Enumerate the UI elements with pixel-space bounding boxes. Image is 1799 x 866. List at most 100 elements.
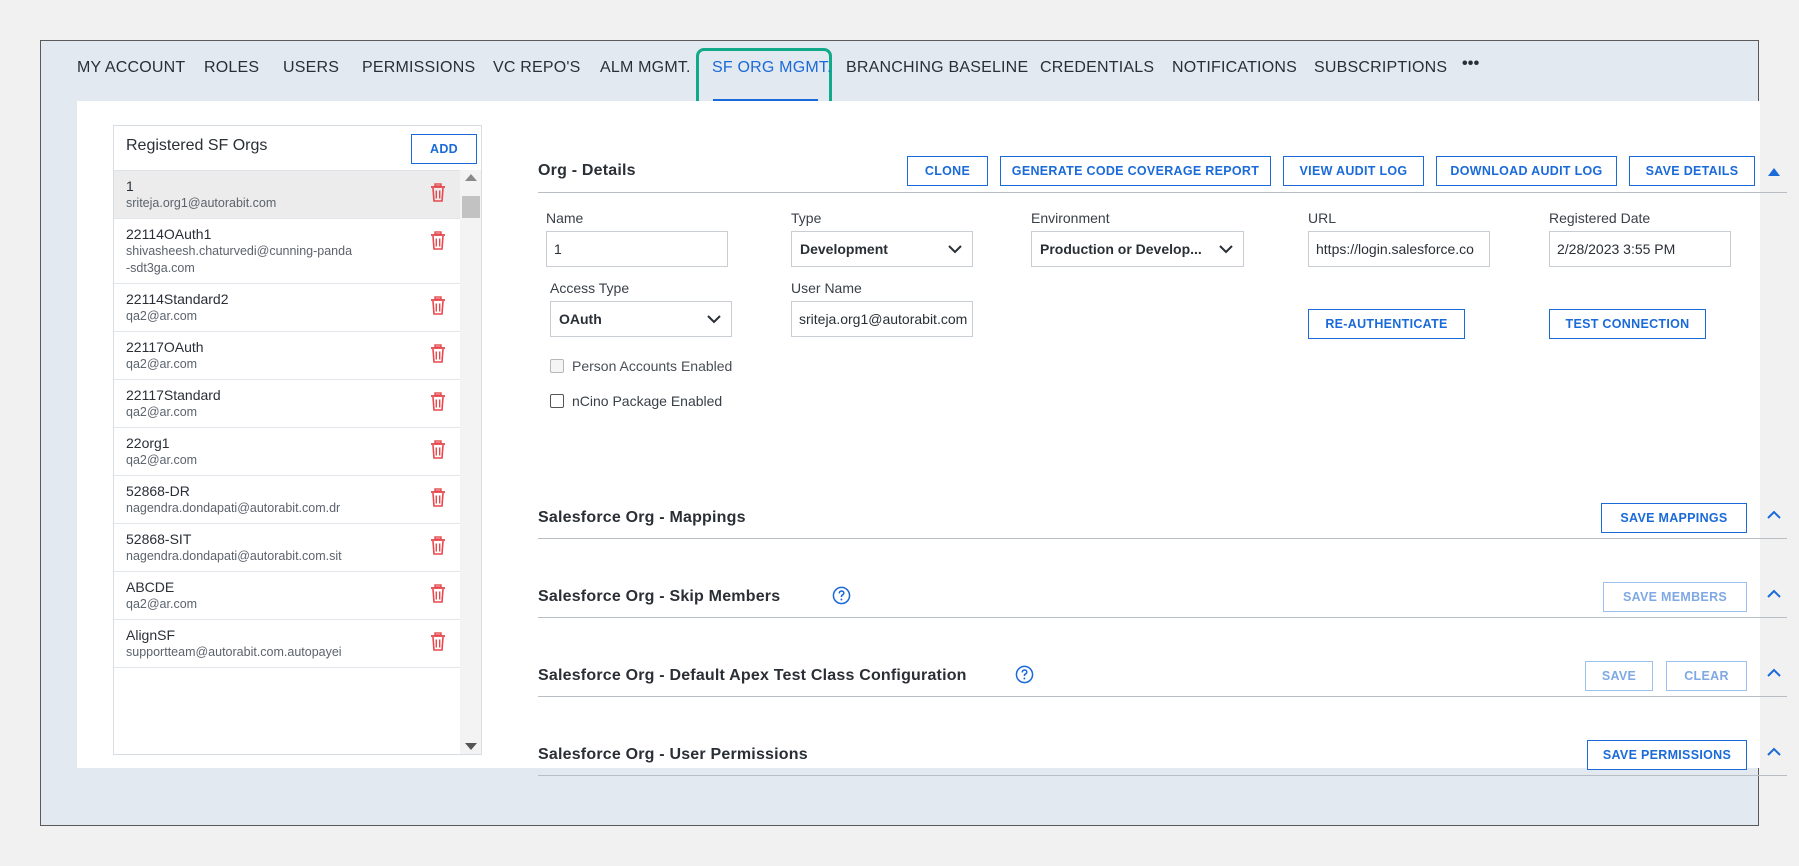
access-type-label: Access Type bbox=[550, 280, 630, 296]
type-select-value: Development bbox=[800, 241, 888, 257]
org-list-item[interactable]: ABCDE qa2@ar.com bbox=[114, 572, 460, 620]
user-permissions-section-title: Salesforce Org - User Permissions bbox=[538, 746, 808, 763]
more-tabs-icon[interactable]: ••• bbox=[1462, 55, 1479, 85]
org-email: supportteam@autorabit.com.autopayei bbox=[126, 645, 342, 659]
environment-label: Environment bbox=[1031, 210, 1110, 226]
tab-permissions[interactable]: PERMISSIONS bbox=[362, 59, 475, 89]
orgs-panel-title: Registered SF Orgs bbox=[126, 137, 268, 154]
tab-sf-org-mgmt[interactable]: SF ORG MGMT. bbox=[712, 59, 832, 89]
delete-org-icon[interactable] bbox=[430, 392, 446, 412]
scroll-thumb[interactable] bbox=[462, 196, 480, 218]
chevron-up-icon[interactable] bbox=[1767, 589, 1781, 599]
scroll-down-icon[interactable] bbox=[465, 743, 477, 750]
save-permissions-button[interactable]: SAVE PERMISSIONS bbox=[1587, 740, 1747, 770]
org-list-item[interactable]: 52868-DR nagendra.dondapati@autorabit.com… bbox=[114, 476, 460, 524]
orgs-list[interactable]: 1 sriteja.org1@autorabit.com 22114OAuth1 sh… bbox=[114, 170, 460, 754]
delete-org-icon[interactable] bbox=[430, 231, 446, 251]
tab-credentials[interactable]: CREDENTIALS bbox=[1040, 59, 1154, 89]
org-details-divider bbox=[538, 192, 1787, 193]
help-icon[interactable] bbox=[1015, 665, 1034, 684]
chevron-up-icon[interactable] bbox=[1767, 668, 1781, 678]
org-email: qa2@ar.com bbox=[126, 309, 198, 323]
org-list-item[interactable]: 22117OAuth qa2@ar.com bbox=[114, 332, 460, 380]
tab-notifications[interactable]: NOTIFICATIONS bbox=[1172, 59, 1297, 89]
tab-roles[interactable]: ROLES bbox=[204, 59, 259, 89]
chevron-up-icon[interactable] bbox=[1767, 510, 1781, 520]
delete-org-icon[interactable] bbox=[430, 183, 446, 203]
org-email: qa2@ar.com bbox=[126, 357, 198, 371]
collapse-details-icon[interactable] bbox=[1767, 167, 1781, 177]
generate-coverage-report-button[interactable]: GENERATE CODE COVERAGE REPORT bbox=[1000, 156, 1271, 186]
access-type-select[interactable]: OAuth bbox=[550, 301, 732, 337]
download-audit-log-button[interactable]: DOWNLOAD AUDIT LOG bbox=[1436, 156, 1617, 186]
tab-branching-baseline[interactable]: BRANCHING BASELINE bbox=[846, 59, 1028, 89]
delete-org-icon[interactable] bbox=[430, 296, 446, 316]
tab-my-account[interactable]: MY ACCOUNT bbox=[77, 59, 185, 89]
save-members-button[interactable]: SAVE MEMBERS bbox=[1603, 582, 1747, 612]
ncino-checkbox[interactable] bbox=[550, 394, 564, 408]
scroll-up-icon[interactable] bbox=[465, 174, 477, 181]
user-name-label: User Name bbox=[791, 280, 862, 296]
clear-apex-config-button[interactable]: CLEAR bbox=[1666, 661, 1747, 691]
test-connection-button[interactable]: TEST CONNECTION bbox=[1549, 309, 1706, 339]
org-name: 1 bbox=[126, 178, 134, 194]
org-list-item[interactable]: AlignSF supportteam@autorabit.com.autopay… bbox=[114, 620, 460, 668]
ncino-label: nCino Package Enabled bbox=[572, 393, 723, 409]
app-frame: MY ACCOUNT ROLES USERS PERMISSIONS VC RE… bbox=[40, 40, 1787, 826]
org-list-item[interactable]: 52868-SIT nagendra.dondapati@autorabit.co… bbox=[114, 524, 460, 572]
clone-button[interactable]: CLONE bbox=[907, 156, 988, 186]
content-card: Registered SF Orgs ADD 1 sriteja.org1@aut… bbox=[77, 101, 1787, 776]
save-mappings-button[interactable]: SAVE MAPPINGS bbox=[1601, 503, 1747, 533]
org-list-item[interactable]: 22114OAuth1 shivasheesh.chaturvedi@cunnin… bbox=[114, 219, 460, 284]
org-name: 52868-SIT bbox=[126, 531, 192, 547]
type-label: Type bbox=[791, 210, 822, 226]
org-list-item[interactable]: 1 sriteja.org1@autorabit.com bbox=[114, 171, 460, 219]
mappings-section-title: Salesforce Org - Mappings bbox=[538, 509, 746, 526]
save-apex-config-button[interactable]: SAVE bbox=[1585, 661, 1653, 691]
delete-org-icon[interactable] bbox=[430, 632, 446, 652]
help-icon[interactable] bbox=[832, 586, 851, 605]
view-audit-log-button[interactable]: VIEW AUDIT LOG bbox=[1283, 156, 1424, 186]
ncino-row[interactable]: nCino Package Enabled bbox=[550, 393, 722, 409]
org-email: qa2@ar.com bbox=[126, 405, 198, 419]
delete-org-icon[interactable] bbox=[430, 440, 446, 460]
org-name: 22117Standard bbox=[126, 387, 221, 403]
tab-vc-repos[interactable]: VC REPO'S bbox=[493, 59, 581, 89]
url-input[interactable]: https://login.salesforce.co bbox=[1308, 231, 1490, 267]
type-select[interactable]: Development bbox=[791, 231, 973, 267]
chevron-down-icon bbox=[948, 245, 962, 254]
org-name: AlignSF bbox=[126, 627, 176, 643]
add-org-button[interactable]: ADD bbox=[411, 134, 477, 164]
chevron-down-icon bbox=[1219, 245, 1233, 254]
environment-select[interactable]: Production or Develop... bbox=[1031, 231, 1244, 267]
registered-date-label: Registered Date bbox=[1549, 210, 1651, 226]
name-input[interactable]: 1 bbox=[546, 231, 728, 267]
org-email: sriteja.org1@autorabit.com bbox=[126, 196, 277, 210]
org-name: 22117OAuth bbox=[126, 339, 204, 355]
skip-members-section-title: Salesforce Org - Skip Members bbox=[538, 588, 781, 605]
delete-org-icon[interactable] bbox=[430, 488, 446, 508]
tab-alm-mgmt[interactable]: ALM MGMT. bbox=[600, 59, 691, 89]
org-list-item[interactable]: 22114Standard2 qa2@ar.com bbox=[114, 284, 460, 332]
tab-subscriptions[interactable]: SUBSCRIPTIONS bbox=[1314, 59, 1447, 89]
org-name: 22114Standard2 bbox=[126, 291, 229, 307]
delete-org-icon[interactable] bbox=[430, 344, 446, 364]
org-email: qa2@ar.com bbox=[126, 597, 198, 611]
person-accounts-row: Person Accounts Enabled bbox=[550, 358, 732, 374]
chevron-up-icon[interactable] bbox=[1767, 747, 1781, 757]
org-name: ABCDE bbox=[126, 579, 175, 595]
delete-org-icon[interactable] bbox=[430, 536, 446, 556]
org-list-item[interactable]: 22org1 qa2@ar.com bbox=[114, 428, 460, 476]
org-list-item[interactable]: 22117Standard qa2@ar.com bbox=[114, 380, 460, 428]
orgs-list-scrollbar[interactable] bbox=[460, 170, 481, 754]
user-name-input[interactable]: sriteja.org1@autorabit.com bbox=[791, 301, 973, 337]
org-name: 22114OAuth1 bbox=[126, 226, 212, 242]
registered-date-input: 2/28/2023 3:55 PM bbox=[1549, 231, 1731, 267]
re-authenticate-button[interactable]: RE-AUTHENTICATE bbox=[1308, 309, 1465, 339]
tab-users[interactable]: USERS bbox=[283, 59, 339, 89]
org-email: nagendra.dondapati@autorabit.com.sit bbox=[126, 549, 342, 563]
apex-test-divider bbox=[538, 696, 1787, 697]
name-label: Name bbox=[546, 210, 584, 226]
delete-org-icon[interactable] bbox=[430, 584, 446, 604]
save-details-button[interactable]: SAVE DETAILS bbox=[1629, 156, 1755, 186]
